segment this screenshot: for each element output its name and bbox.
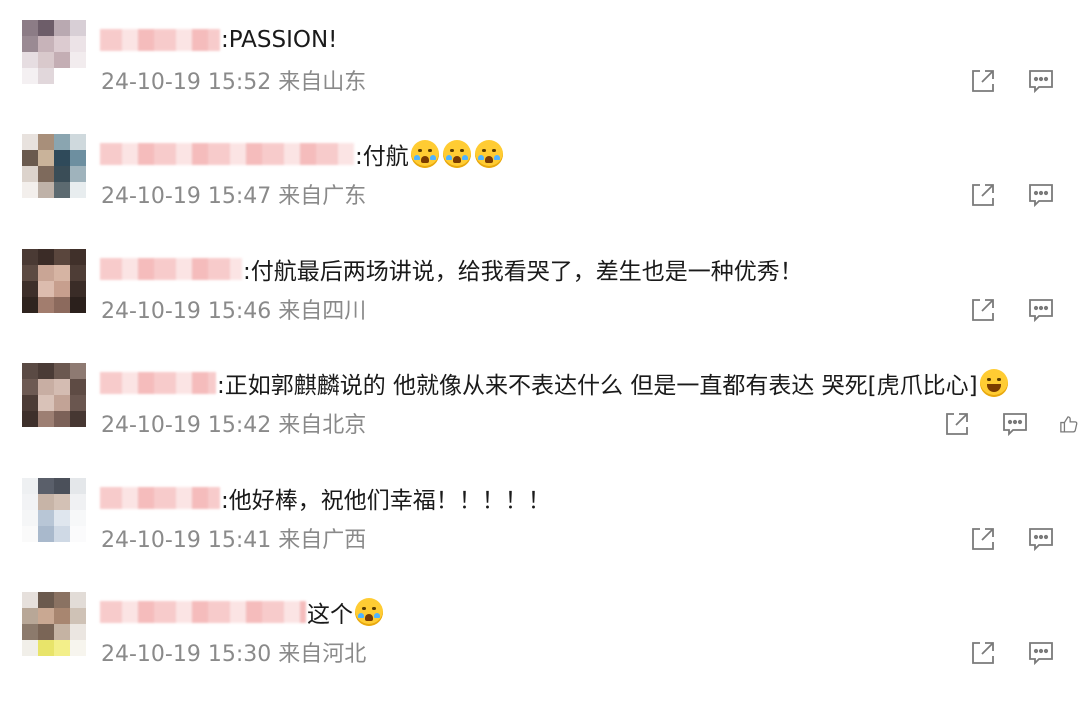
comment-location: 来自广东 [278,184,367,209]
comment-item: :他好棒，祝他们幸福！！！！！ 24-10-19 15:41 来自广西 [0,458,1080,573]
comment-icon[interactable] [1000,409,1030,439]
crying-emoji-icon [442,140,471,168]
comment-body: :他好棒，祝他们幸福！！！！！ [100,480,551,516]
comment-actions [942,409,1078,439]
comment-icon[interactable] [1026,295,1056,325]
comment-item: :PASSION! 24-10-19 15:52 来自山东 [0,0,1080,115]
comment-location: 来自山东 [278,70,367,95]
comment-time: 24-10-19 15:46 [101,299,272,324]
comment-item: :付航最后两场讲说，给我看哭了，差生也是一种优秀！ 24-10-19 15:46… [0,229,1080,344]
username-redacted[interactable] [100,143,354,165]
avatar[interactable] [22,20,86,84]
crying-emoji-icon [474,140,503,168]
comment-text: 这个 [307,602,353,628]
comment-time: 24-10-19 15:47 [101,184,272,209]
comment-meta: 24-10-19 15:30 来自河北 [101,636,366,668]
comment-meta: 24-10-19 15:47 来自广东 [101,178,366,210]
share-icon[interactable] [968,66,998,96]
username-redacted[interactable] [100,601,306,623]
comment-meta: 24-10-19 15:42 来自北京 [101,407,366,439]
comment-item: 这个 24-10-19 15:30 来自河北 [0,572,1080,687]
comment-actions [968,524,1056,554]
comment-location: 来自四川 [278,299,367,324]
comment-text: :正如郭麒麟说的 他就像从来不表达什么 但是一直都有表达 哭死[虎爪比心] [217,373,978,399]
comment-body: :付航最后两场讲说，给我看哭了，差生也是一种优秀！ [100,251,803,287]
username-redacted[interactable] [100,29,220,51]
comment-actions [968,638,1056,668]
comment-meta: 24-10-19 15:46 来自四川 [101,293,366,325]
avatar[interactable] [22,592,86,656]
comment-time: 24-10-19 15:52 [101,70,272,95]
comment-item: :正如郭麒麟说的 他就像从来不表达什么 但是一直都有表达 哭死[虎爪比心] 24… [0,343,1080,458]
comment-body: 这个 [100,594,383,630]
comment-actions [968,66,1056,96]
comment-text: :付航最后两场讲说，给我看哭了，差生也是一种优秀！ [243,259,803,285]
comment-body: :PASSION! [100,22,337,58]
comment-location: 来自河北 [278,642,367,667]
username-redacted[interactable] [100,258,242,280]
comment-icon[interactable] [1026,66,1056,96]
share-icon[interactable] [968,295,998,325]
laughing-emoji-icon [979,369,1008,397]
crying-emoji-icon [355,598,383,626]
comment-body: :付航 [100,136,503,172]
like-icon[interactable] [1058,409,1078,439]
comment-time: 24-10-19 15:41 [101,528,272,553]
avatar[interactable] [22,249,86,313]
share-icon[interactable] [968,638,998,668]
comment-time: 24-10-19 15:30 [101,642,272,667]
share-icon[interactable] [968,180,998,210]
avatar[interactable] [22,478,86,542]
comment-meta: 24-10-19 15:52 来自山东 [101,64,366,96]
comment-meta: 24-10-19 15:41 来自广西 [101,522,366,554]
comment-text: :付航 [355,144,409,170]
comment-actions [968,180,1056,210]
comment-icon[interactable] [1026,524,1056,554]
share-icon[interactable] [968,524,998,554]
comment-text: :他好棒，祝他们幸福！！！！！ [221,488,551,514]
comment-icon[interactable] [1026,638,1056,668]
comment-actions [968,295,1056,325]
username-redacted[interactable] [100,487,220,509]
comment-item: :付航 24-10-19 15:47 来自广东 [0,114,1080,229]
comment-location: 来自广西 [278,528,367,553]
share-icon[interactable] [942,409,972,439]
comment-location: 来自北京 [278,413,367,438]
username-redacted[interactable] [100,372,216,394]
comment-body: :正如郭麒麟说的 他就像从来不表达什么 但是一直都有表达 哭死[虎爪比心] [100,365,1008,401]
comment-time: 24-10-19 15:42 [101,413,272,438]
comment-text: :PASSION! [221,27,338,53]
comment-icon[interactable] [1026,180,1056,210]
avatar[interactable] [22,363,86,427]
crying-emoji-icon [410,140,439,168]
avatar[interactable] [22,134,86,198]
